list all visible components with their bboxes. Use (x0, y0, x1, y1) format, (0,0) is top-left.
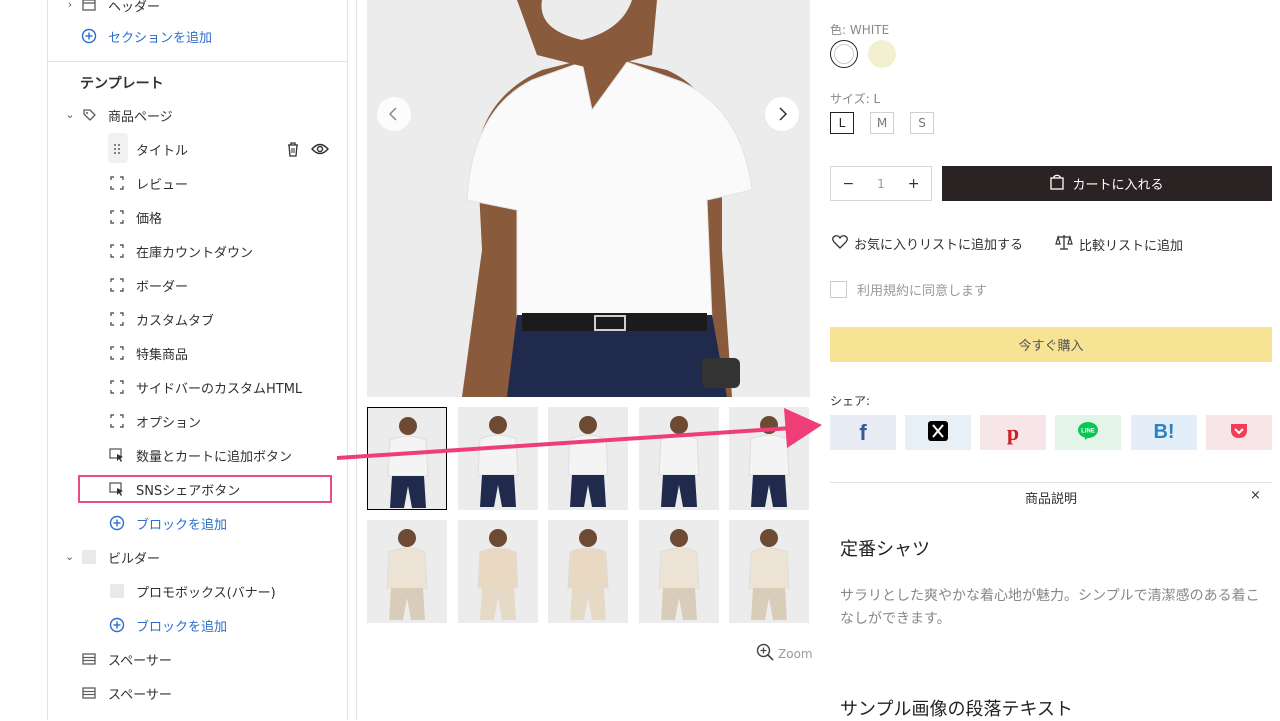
annotation-arrow (336, 408, 822, 460)
